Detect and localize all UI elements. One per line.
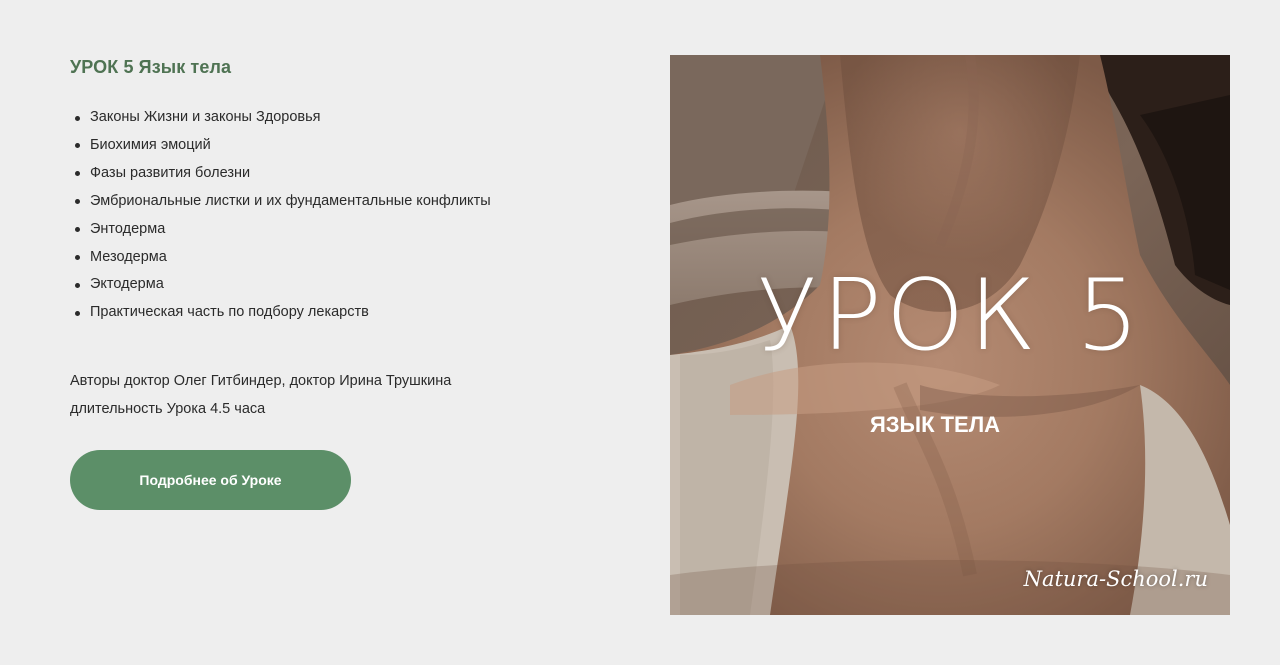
lesson-details-button[interactable]: Подробнее об Уроке (70, 450, 351, 510)
cover-heading: УРОК 5 (756, 259, 1144, 373)
lesson-title: УРОК 5 Язык тела (70, 57, 232, 77)
list-item: Практическая часть по подбору лекарств (75, 299, 491, 327)
duration-text: длительность Урока 4.5 часа (70, 401, 266, 417)
list-item: Эмбриональные листки и их фундаментальны… (75, 188, 491, 216)
watermark: Natura-School.ru (1023, 567, 1208, 591)
list-item: Фазы развития болезни (75, 160, 491, 188)
list-item: Мезодерма (75, 244, 491, 272)
topic-list: Законы Жизни и законы Здоровья Биохимия … (72, 104, 491, 327)
authors-text: Авторы доктор Олег Гитбиндер, доктор Ири… (70, 373, 452, 389)
lesson-cover-image: УРОК 5 ЯЗЫК ТЕЛА Natura-School.ru (670, 55, 1230, 615)
list-item: Биохимия эмоций (75, 132, 491, 160)
cover-subtitle: ЯЗЫК ТЕЛА (869, 412, 1001, 437)
list-item: Энтодерма (75, 216, 491, 244)
list-item: Законы Жизни и законы Здоровья (75, 104, 491, 132)
lesson-section: УРОК 5 Язык тела Законы Жизни и законы З… (0, 0, 1280, 665)
lesson-meta: Авторы доктор Олег Гитбиндер, доктор Ири… (70, 367, 451, 423)
list-item: Эктодерма (75, 271, 491, 299)
